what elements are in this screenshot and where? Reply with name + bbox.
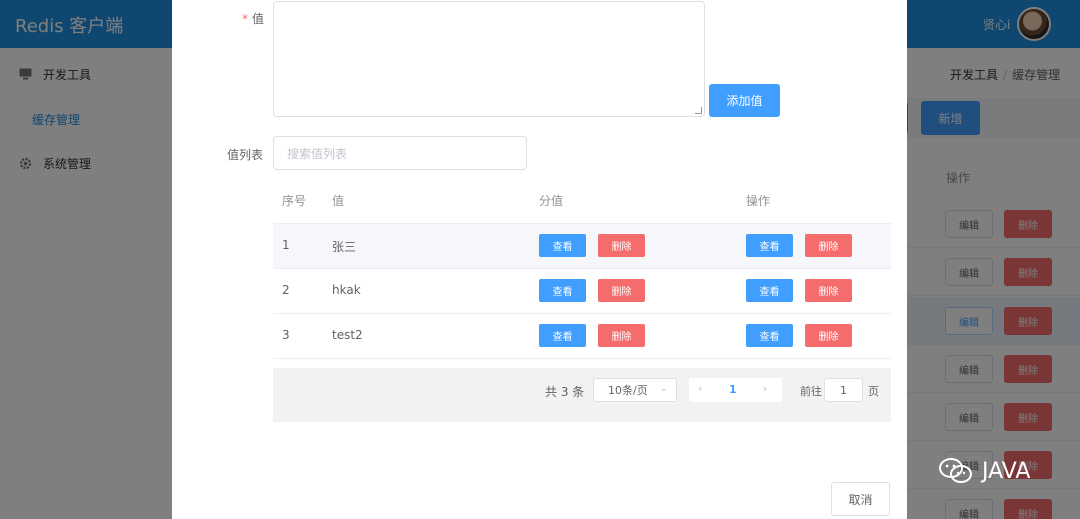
page-size-value: 10条/页 <box>608 384 648 397</box>
watermark: JAVA <box>938 456 1030 486</box>
view-button[interactable]: 查看 <box>746 324 793 347</box>
delete-button[interactable]: 删除 <box>805 234 852 257</box>
search-input[interactable]: 搜索值列表 <box>273 136 527 170</box>
delete-button[interactable]: 删除 <box>805 324 852 347</box>
row-value: 张三 <box>332 240 357 254</box>
goto-label: 前往 <box>800 385 822 398</box>
wechat-icon <box>939 458 972 483</box>
row-index: 3 <box>282 328 290 342</box>
pagination-total: 共 3 条 <box>545 385 585 399</box>
score-view-button[interactable]: 查看 <box>539 279 586 302</box>
row-index: 1 <box>282 238 290 252</box>
score-delete-button[interactable]: 删除 <box>598 234 645 257</box>
view-button[interactable]: 查看 <box>746 234 793 257</box>
page-unit-label: 页 <box>868 385 879 398</box>
chevron-right-icon[interactable]: › <box>763 382 767 395</box>
goto-page-input[interactable]: 1 <box>824 378 863 402</box>
score-view-button[interactable]: 查看 <box>539 324 586 347</box>
add-value-button[interactable]: 添加值 <box>709 84 780 117</box>
score-delete-button[interactable]: 删除 <box>598 279 645 302</box>
score-delete-button[interactable]: 删除 <box>598 324 645 347</box>
delete-button[interactable]: 删除 <box>805 279 852 302</box>
column-header-score: 分值 <box>539 194 564 208</box>
chevron-left-icon[interactable]: ‹ <box>698 382 702 395</box>
table-header: 序号 值 分值 操作 <box>273 176 891 224</box>
value-textarea[interactable] <box>273 1 705 117</box>
table-row: 1 张三 查看 删除 查看 删除 <box>273 224 891 269</box>
watermark-text: JAVA <box>982 458 1031 484</box>
view-button[interactable]: 查看 <box>746 279 793 302</box>
pagination: 共 3 条 10条/页 ⌄ ‹ 1 › 前往 1 页 <box>273 368 891 422</box>
score-view-button[interactable]: 查看 <box>539 234 586 257</box>
column-header-actions: 操作 <box>746 194 771 208</box>
column-header-value: 值 <box>332 194 345 208</box>
row-index: 2 <box>282 283 290 297</box>
table-row: 3 test2 查看 删除 查看 删除 <box>273 314 891 359</box>
cancel-button[interactable]: 取消 <box>831 482 890 516</box>
table-row: 2 hkak 查看 删除 查看 删除 <box>273 269 891 314</box>
row-value: hkak <box>332 283 361 297</box>
column-header-index: 序号 <box>282 194 307 208</box>
resize-handle-icon[interactable] <box>695 107 702 114</box>
required-mark: * <box>242 12 248 26</box>
value-list-label: 值列表 <box>227 148 264 162</box>
value-table: 序号 值 分值 操作 1 张三 查看 删除 查看 删除 2 hkak 查看 删除… <box>273 176 891 359</box>
row-value: test2 <box>332 328 363 342</box>
edit-dialog: * 值 添加值 值列表 搜索值列表 序号 值 分值 操作 1 张三 查看 删除 查… <box>172 0 907 519</box>
chevron-down-icon: ⌄ <box>659 383 668 394</box>
value-label: * 值 <box>242 12 265 26</box>
page-size-select[interactable]: 10条/页 ⌄ <box>593 378 677 402</box>
current-page-number[interactable]: 1 <box>729 383 737 396</box>
pager-controls: ‹ 1 › <box>689 378 782 402</box>
